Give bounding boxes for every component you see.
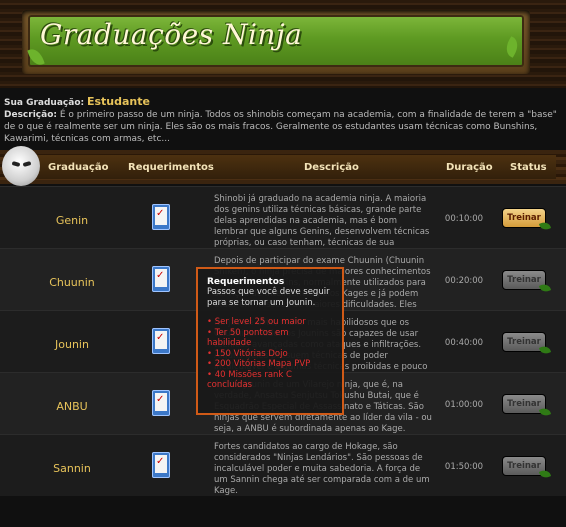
header-descricao: Descrição	[304, 162, 359, 173]
header-graduacao: Graduação	[48, 162, 109, 173]
header-duracao: Duração	[446, 162, 493, 173]
row-description: Fortes candidatos ao cargo de Hokage, sã…	[214, 442, 430, 496]
checklist-icon[interactable]: ✓	[152, 328, 170, 354]
checklist-icon[interactable]: ✓	[152, 266, 170, 292]
graduation-info: Sua Graduação: Estudante Descrição: É o …	[4, 96, 560, 145]
requirement-item: • 40 Missões rank C concluídas	[207, 369, 292, 391]
graduation-name: ANBU	[56, 400, 88, 413]
check-mark: ✓	[156, 270, 165, 281]
table-row: Genin ✓ Shinobi já graduado na academia ni…	[0, 186, 566, 259]
graduation-name: Jounin	[55, 338, 89, 351]
check-mark: ✓	[156, 394, 165, 405]
requirement-item: • 200 Vitórias Mapa PVP	[207, 359, 311, 369]
requirement-item: • Ter 50 pontos em habilidade	[207, 327, 289, 349]
checklist-icon[interactable]: ✓	[152, 390, 170, 416]
mask-eye	[22, 161, 32, 167]
requirement-item: • Ser level 25 ou maior	[207, 317, 306, 327]
description-text: É o primeiro passo de um ninja. Todos os…	[4, 110, 557, 144]
header-requerimentos: Requerimentos	[128, 162, 214, 173]
ninja-mask-icon	[2, 146, 40, 186]
leaf-icon	[538, 282, 552, 294]
leaf-icon	[538, 468, 552, 480]
graduation-name: Chuunin	[49, 276, 95, 289]
mask-eye	[11, 161, 21, 167]
checklist-icon[interactable]: ✓	[152, 204, 170, 230]
check-mark: ✓	[156, 208, 165, 219]
row-duration: 01:50:00	[444, 462, 484, 472]
checklist-icon[interactable]: ✓	[152, 452, 170, 478]
check-mark: ✓	[156, 456, 165, 467]
leaf-icon	[538, 220, 552, 232]
page-title: Graduações Ninja	[40, 18, 303, 51]
description-label: Descrição:	[4, 110, 57, 120]
graduation-label: Sua Graduação:	[4, 98, 85, 108]
leaf-icon	[538, 406, 552, 418]
table-row: Sannin ✓ Fortes candidatos ao cargo de Hok…	[0, 434, 566, 496]
tooltip-subtitle: Passos que você deve seguir para se torn…	[207, 287, 330, 308]
graduation-value: Estudante	[86, 95, 150, 108]
row-duration: 00:10:00	[444, 214, 484, 224]
requirement-item: • 150 Vitórias Dojo	[207, 348, 288, 359]
graduation-name: Sannin	[53, 462, 91, 475]
row-duration: 01:00:00	[444, 400, 484, 410]
leaf-icon	[538, 344, 552, 356]
row-duration: 00:20:00	[444, 276, 484, 286]
row-duration: 00:40:00	[444, 338, 484, 348]
graduation-name: Genin	[55, 214, 89, 227]
requirements-tooltip: Requerimentos Passos que você deve segui…	[196, 267, 344, 415]
check-mark: ✓	[156, 332, 165, 343]
tooltip-title: Requerimentos	[207, 277, 285, 287]
header-status: Status	[510, 162, 547, 173]
